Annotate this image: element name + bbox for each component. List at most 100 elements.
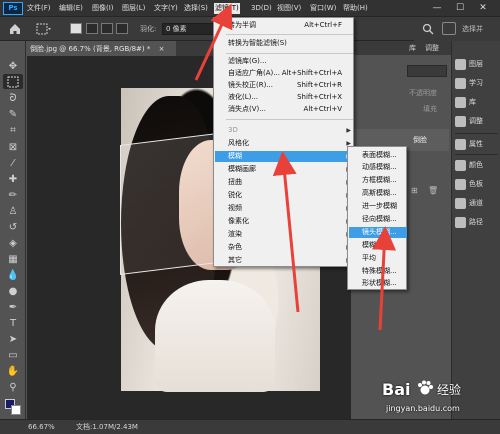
filter-item-vanishing-point[interactable]: 消失点(V)... Alt+Ctrl+V [215, 104, 354, 115]
tab-libraries[interactable]: 库 [409, 42, 416, 55]
menu-file[interactable]: 文件(F) [27, 3, 51, 14]
home-icon[interactable] [8, 22, 22, 36]
blur-item-blur[interactable]: 模糊 [349, 240, 407, 251]
menu-filter[interactable]: 滤镜(T) [214, 3, 240, 14]
filter-item-gallery[interactable]: 滤镜库(G)... [215, 56, 354, 67]
filter-item-render[interactable]: 渲染▶ [215, 229, 354, 240]
layer-kind-filter[interactable] [407, 65, 447, 77]
filter-item-halftone[interactable]: 转为半调 Alt+Ctrl+F [215, 20, 354, 31]
minimize-icon[interactable]: — [430, 2, 444, 14]
menu-3d[interactable]: 3D(D) [251, 3, 272, 14]
healing-icon[interactable]: ✚ [3, 172, 23, 187]
pen-icon[interactable]: ✒ [3, 300, 23, 315]
new-selection-icon[interactable] [70, 23, 82, 34]
move-icon[interactable]: ✥ [3, 59, 23, 74]
text-icon[interactable]: T [3, 316, 23, 331]
filter-menu: 转为半调 Alt+Ctrl+F 转换为智能滤镜(S) 滤镜库(G)... 自适应广… [213, 17, 354, 267]
new-layer-icon[interactable]: ⊞ [411, 186, 418, 195]
libraries-icon [455, 96, 466, 108]
add-selection-icon[interactable] [86, 23, 98, 34]
filter-item-other[interactable]: 其它▶ [215, 255, 354, 266]
menu-image[interactable]: 图像(I) [92, 3, 114, 14]
filter-item-distort[interactable]: 扭曲▶ [215, 177, 354, 188]
lasso-icon[interactable]: ᘐ [3, 91, 23, 106]
filter-item-blur[interactable]: 模糊▶ [215, 151, 354, 162]
subtract-selection-icon[interactable] [101, 23, 113, 34]
filter-item-blur-gallery[interactable]: 模糊画廊▶ [215, 164, 354, 175]
blur-item-smart[interactable]: 特殊模糊... [349, 266, 407, 277]
history-brush-icon[interactable]: ↺ [3, 220, 23, 235]
menu-help[interactable]: 帮助(H) [343, 3, 368, 14]
filter-item-pixelate[interactable]: 像素化▶ [215, 216, 354, 227]
dock-adjustments[interactable]: 调整 [455, 113, 500, 129]
filter-item-smart-filter[interactable]: 转换为智能滤镜(S) [215, 38, 354, 49]
frame-icon[interactable]: ⊠ [3, 140, 23, 155]
blur-item-gaussian[interactable]: 高斯模糊... [349, 188, 407, 199]
path-select-icon[interactable]: ➤ [3, 332, 23, 347]
menu-select[interactable]: 选择(S) [184, 3, 208, 14]
feather-label: 羽化: [140, 25, 157, 33]
maximize-icon[interactable]: ☐ [453, 2, 467, 14]
dock-libraries[interactable]: 库 [455, 94, 500, 110]
search-icon[interactable] [422, 23, 434, 35]
dock-swatches[interactable]: 色板 [455, 176, 500, 192]
layer-name[interactable]: 倒脸 [413, 134, 427, 147]
blur-item-blur-more[interactable]: 进一步模糊 [349, 201, 407, 212]
document-tab[interactable]: 倒脸.jpg @ 66.7% (背景, RGB/8#) * × [26, 41, 176, 56]
dock-color[interactable]: 颜色 [455, 157, 500, 173]
eyedropper-icon[interactable]: ⁄ [3, 156, 23, 171]
quick-select-icon[interactable]: ✎ [3, 107, 23, 122]
intersect-selection-icon[interactable] [116, 23, 128, 34]
menu-window[interactable]: 窗口(W) [310, 3, 336, 14]
menu-type[interactable]: 文字(Y) [154, 3, 178, 14]
filter-item-lens-correction[interactable]: 镜头校正(R)... Shift+Ctrl+R [215, 80, 354, 91]
dock-divider-2 [455, 154, 498, 155]
menu-separator [226, 53, 353, 54]
blur-item-radial[interactable]: 径向模糊... [349, 214, 407, 225]
eraser-icon[interactable]: ◈ [3, 236, 23, 251]
hand-icon[interactable]: ✋ [3, 364, 23, 379]
blur-item-shape[interactable]: 形状模糊... [349, 278, 407, 289]
dodge-icon[interactable]: ● [3, 284, 23, 299]
blur-item-average[interactable]: 平均 [349, 253, 407, 264]
tab-adjustments[interactable]: 调整 [425, 42, 439, 55]
shape-icon[interactable]: ▭ [3, 348, 23, 363]
zoom-level[interactable]: 66.67% [28, 420, 55, 434]
filter-item-adaptive-wide[interactable]: 自适应广角(A)... Alt+Shift+Ctrl+A [215, 68, 354, 79]
menu-layer[interactable]: 图层(L) [122, 3, 145, 14]
zoom-icon[interactable]: ⚲ [3, 380, 23, 395]
crop-icon[interactable]: ⌗ [3, 123, 23, 138]
brush-icon[interactable]: ✏ [3, 188, 23, 203]
marquee-icon[interactable] [3, 74, 23, 89]
filter-item-liquify[interactable]: 液化(L)... Shift+Ctrl+X [215, 92, 354, 103]
dock-properties[interactable]: 属性 [455, 136, 500, 152]
dock-paths[interactable]: 路径 [455, 214, 500, 230]
blur-item-motion[interactable]: 动感模糊... [349, 162, 407, 173]
dock-layers[interactable]: 图层 [455, 56, 500, 72]
dock-learn[interactable]: 学习 [455, 75, 500, 91]
menu-separator [226, 119, 353, 120]
dock-channels[interactable]: 通道 [455, 195, 500, 211]
gradient-icon[interactable]: ▦ [3, 252, 23, 267]
menu-edit[interactable]: 编辑(E) [59, 3, 83, 14]
filter-item-sharpen[interactable]: 锐化▶ [215, 190, 354, 201]
filter-item-3d[interactable]: 3D ▶ [215, 125, 354, 136]
background-color-swatch[interactable] [11, 405, 21, 415]
marquee-preset-icon[interactable] [36, 23, 52, 35]
filter-item-noise[interactable]: 杂色▶ [215, 242, 354, 253]
blur-tool-icon[interactable]: 💧 [3, 268, 23, 283]
tab-close-icon[interactable]: × [159, 45, 165, 53]
blur-item-surface[interactable]: 表面模糊... [349, 150, 407, 161]
document-info[interactable]: 文档:1.07M/2.43M [76, 420, 138, 434]
feather-input[interactable]: 0 像素 [162, 23, 214, 35]
trash-icon[interactable]: 🗑 [428, 186, 438, 195]
stamp-icon[interactable]: ♙ [3, 204, 23, 219]
workspace-icon[interactable] [442, 22, 456, 35]
select-workspace-label[interactable]: 选择并 [462, 24, 483, 34]
menu-view[interactable]: 视图(V) [277, 3, 301, 14]
filter-item-stylize[interactable]: 风格化 ▶ [215, 138, 354, 149]
blur-item-lens[interactable]: 镜头模糊... [349, 227, 407, 238]
close-icon[interactable]: ✕ [476, 2, 490, 14]
blur-item-box[interactable]: 方框模糊... [349, 175, 407, 186]
filter-item-video[interactable]: 视频▶ [215, 203, 354, 214]
